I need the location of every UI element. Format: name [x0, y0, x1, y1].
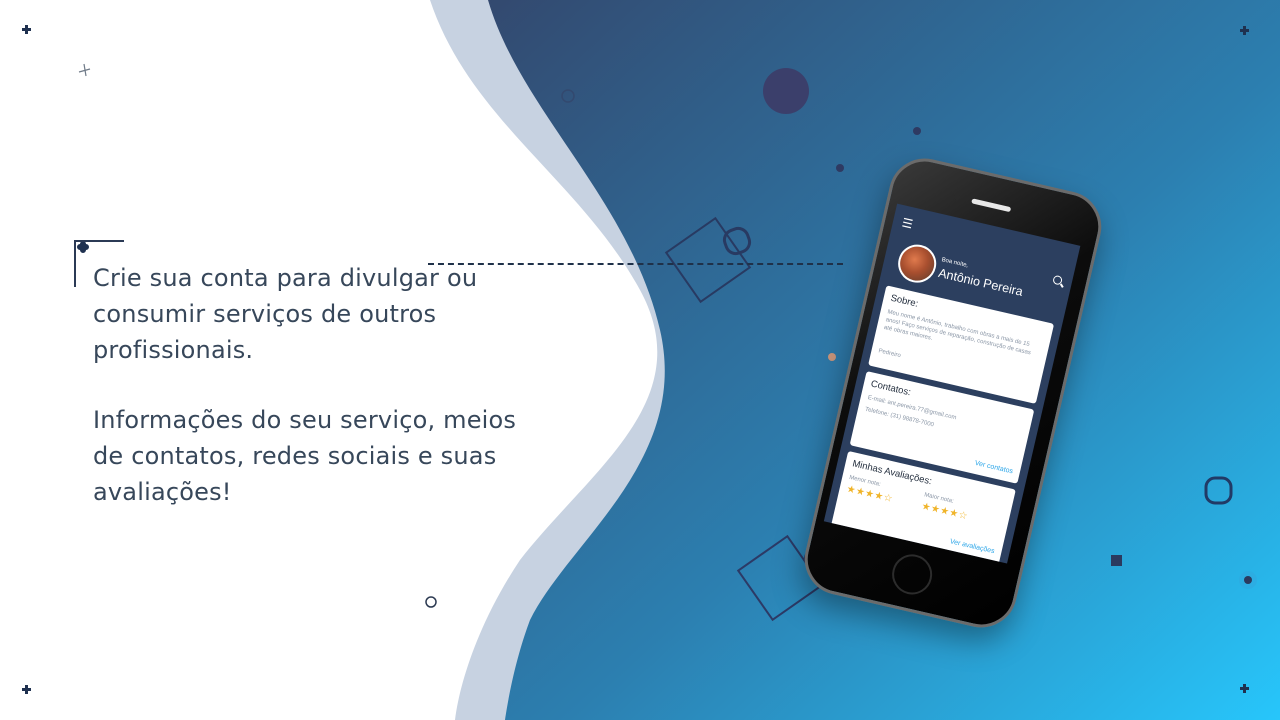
- app-screen: ☰ Boa noite, Antônio Pereira Sobre: Meu …: [823, 203, 1081, 564]
- bracket-left-line: [74, 240, 76, 287]
- hamburger-icon[interactable]: ☰: [901, 215, 915, 231]
- about-title: Sobre:: [889, 292, 920, 310]
- view-contacts-link[interactable]: Ver contatos: [974, 460, 1013, 476]
- intro-paragraph-1: Crie sua conta para divulgar ou consumir…: [93, 264, 478, 364]
- view-ratings-link[interactable]: Ver avaliações: [949, 538, 995, 555]
- avatar: [894, 240, 940, 287]
- profession-text: Pedreiro: [877, 348, 902, 360]
- phone-mockup: ☰ Boa noite, Antônio Pereira Sobre: Meu …: [797, 151, 1110, 635]
- about-text: Meu nome é Antônio, trabalho com obras a…: [883, 309, 1032, 357]
- phone-speaker: [971, 198, 1012, 213]
- intro-paragraph-2: Informações do seu serviço, meios de con…: [93, 406, 517, 506]
- home-button[interactable]: [888, 550, 937, 599]
- bracket-top-line: [74, 240, 124, 242]
- search-icon[interactable]: [1052, 274, 1063, 286]
- user-name: Antônio Pereira: [937, 265, 1025, 299]
- phone-body: ☰ Boa noite, Antônio Pereira Sobre: Meu …: [797, 151, 1109, 635]
- phone-camera: [953, 193, 961, 201]
